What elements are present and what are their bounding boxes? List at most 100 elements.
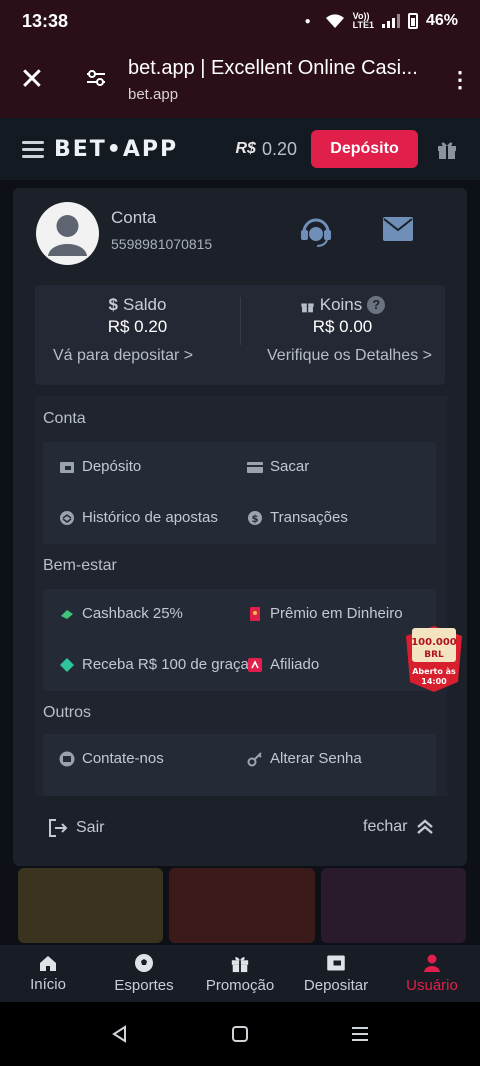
menu-item-senha[interactable]: Alterar Senha <box>247 750 362 767</box>
menu-item-deposito[interactable]: Depósito <box>59 458 141 475</box>
koins-block: Koins ? R$ 0.00 <box>240 295 445 337</box>
logout-icon <box>49 819 68 837</box>
menu-sections: Conta Depósito Sacar Histórico de aposta… <box>35 396 447 796</box>
close-menu-button[interactable]: fechar <box>363 818 435 836</box>
gift-icon <box>231 957 249 973</box>
svg-text:$: $ <box>252 514 259 525</box>
status-icons: ● Vo)) LTE1 46% <box>305 12 458 30</box>
card-icon <box>247 461 263 473</box>
page-url: bet.app <box>128 86 179 103</box>
back-icon[interactable] <box>110 1024 130 1044</box>
header-balance: R$ 0.20 <box>236 139 298 160</box>
menu-icon[interactable] <box>22 140 44 158</box>
logout-button[interactable]: Sair <box>48 818 104 838</box>
section-title-bem-estar: Bem-estar <box>43 557 117 574</box>
menu-item-afiliado[interactable]: Afiliado <box>247 656 319 673</box>
mail-icon[interactable] <box>382 216 414 242</box>
menu-item-label: Alterar Senha <box>270 750 362 767</box>
volte-indicator: Vo)) LTE1 <box>353 12 374 30</box>
nav-label: Usuário <box>406 977 458 994</box>
close-label: fechar <box>363 818 408 835</box>
home-square-icon[interactable] <box>231 1025 249 1043</box>
menu-item-premio[interactable]: Prêmio em Dinheiro <box>247 605 403 622</box>
nav-inicio[interactable]: Início <box>0 945 96 1002</box>
gift-icon <box>301 302 314 312</box>
recents-icon[interactable] <box>350 1025 370 1043</box>
history-icon <box>60 510 74 525</box>
section-outros: Contate-nos Alterar Senha <box>43 734 436 796</box>
menu-item-label: Depósito <box>82 458 142 475</box>
menu-item-label: Histórico de apostas <box>82 509 218 526</box>
notification-dot-icon: ● <box>304 15 311 27</box>
section-conta: Depósito Sacar Histórico de apostas $ Tr… <box>43 442 436 544</box>
nav-promocao[interactable]: Promoção <box>192 945 288 1002</box>
menu-item-sacar[interactable]: Sacar <box>247 458 309 475</box>
brand-logo[interactable]: BET•APP <box>54 137 178 162</box>
battery-level: 46% <box>425 12 458 29</box>
balance-amount: 0.20 <box>261 138 297 159</box>
home-icon <box>40 956 56 971</box>
menu-item-label: Afiliado <box>270 656 320 673</box>
nav-usuario[interactable]: Usuário <box>384 945 480 1002</box>
close-tab-icon[interactable]: ✕ <box>0 65 64 95</box>
status-bar: 13:38 ● Vo)) LTE1 46% <box>0 0 480 42</box>
deposit-button[interactable]: Depósito <box>311 130 418 168</box>
volte-label-bottom: LTE1 <box>352 20 374 30</box>
chevron-up-icon <box>417 819 434 834</box>
profile-name: Conta <box>111 208 157 227</box>
menu-item-historico[interactable]: Histórico de apostas <box>59 509 218 526</box>
wallet-icon <box>60 461 74 473</box>
nav-label: Início <box>30 976 66 993</box>
promo-badge[interactable]: 100.000 BRL Aberto às 14:00 <box>400 622 468 694</box>
game-thumbnails-background <box>18 868 466 943</box>
user-icon <box>424 954 440 972</box>
battery-icon <box>407 13 418 29</box>
promo-amount: 100.000 <box>411 637 457 648</box>
menu-item-label: Receba R$ 100 de graça <box>82 656 249 673</box>
page-title: bet.app | Excellent Online Casi... <box>128 57 418 79</box>
nav-label: Promoção <box>205 977 275 994</box>
envelope-icon <box>59 751 75 766</box>
menu-item-label: Prêmio em Dinheiro <box>270 605 403 622</box>
main-content: Conta 5598981070815 $ Saldo R$ 0.20 Koins… <box>0 180 480 945</box>
go-deposit-link[interactable]: Vá para depositar > <box>53 347 193 365</box>
affiliate-icon <box>248 657 262 672</box>
menu-item-label: Contate-nos <box>82 750 164 767</box>
currency-symbol: R$ <box>235 140 256 157</box>
site-settings-icon[interactable] <box>64 69 128 92</box>
wallet-icon <box>327 955 345 971</box>
more-options-icon[interactable]: ⋮ <box>440 67 480 93</box>
bottom-navigation: Início Esportes Promoção Depositar Usuár… <box>0 945 480 1002</box>
menu-item-cashback[interactable]: Cashback 25% <box>59 605 183 622</box>
menu-item-label: Sacar <box>270 458 310 475</box>
cash-icon <box>61 609 73 619</box>
promo-opens-label: Aberto às <box>412 667 456 676</box>
section-bem-estar: Cashback 25% Prêmio em Dinheiro Receba R… <box>43 589 436 691</box>
red-envelope-icon <box>250 606 260 621</box>
profile-header: Conta 5598981070815 <box>13 188 467 288</box>
koins-value: R$ 0.00 <box>312 317 373 336</box>
page-info[interactable]: bet.app | Excellent Online Casi... bet.a… <box>128 57 440 103</box>
section-title-outros: Outros <box>43 704 92 721</box>
koins-label: Koins <box>319 295 363 314</box>
section-title-conta: Conta <box>43 410 86 427</box>
nav-esportes[interactable]: Esportes <box>96 945 192 1002</box>
menu-item-transacoes[interactable]: $ Transações <box>247 509 348 526</box>
nav-depositar[interactable]: Depositar <box>288 945 384 1002</box>
logout-label: Sair <box>76 819 105 836</box>
promo-currency: BRL <box>424 650 444 660</box>
key-icon <box>247 751 262 766</box>
avatar[interactable] <box>36 202 99 265</box>
app-header: BET•APP R$ 0.20 Depósito <box>0 118 480 180</box>
system-navigation-bar <box>0 1002 480 1066</box>
menu-item-gratis[interactable]: Receba R$ 100 de graça <box>59 656 249 673</box>
view-details-link[interactable]: Verifique os Detalhes > <box>267 347 432 365</box>
gift-icon[interactable] <box>436 138 458 160</box>
support-headset-icon[interactable] <box>297 212 335 250</box>
profile-id: 5598981070815 <box>111 236 213 252</box>
help-icon[interactable]: ? <box>367 296 386 314</box>
menu-item-contato[interactable]: Contate-nos <box>59 750 164 767</box>
browser-toolbar: ✕ bet.app | Excellent Online Casi... bet… <box>0 42 480 118</box>
dollar-icon: $ <box>108 295 118 314</box>
soccer-ball-icon <box>135 954 153 972</box>
